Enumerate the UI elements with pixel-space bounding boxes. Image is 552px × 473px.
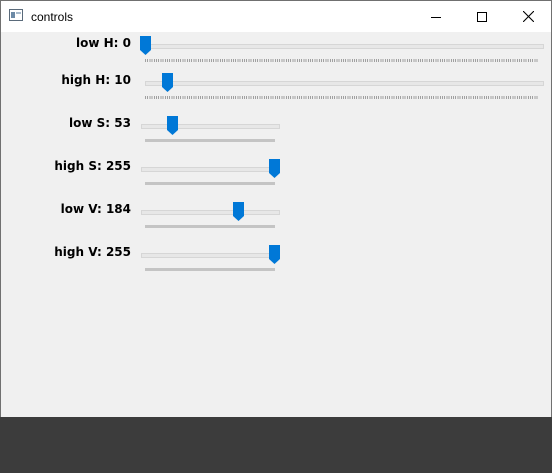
desktop-background (0, 417, 552, 473)
minimize-button[interactable] (413, 1, 459, 32)
trackbar-thumb[interactable] (233, 202, 245, 221)
trackbar-label: low S: 53 (69, 116, 131, 130)
trackbar-label: low V: 184 (60, 202, 131, 216)
window-title: controls (31, 10, 74, 24)
trackbar-thumb[interactable] (269, 159, 280, 178)
minimize-icon (431, 16, 441, 18)
trackbar-ticks (145, 96, 539, 99)
trackbar-thumb[interactable] (166, 116, 178, 135)
trackbar-label: high H: 10 (61, 73, 131, 87)
trackbar-range-bar (145, 139, 275, 142)
title-bar[interactable]: controls (1, 1, 551, 32)
app-icon (9, 9, 23, 21)
trackbar-thumb[interactable] (140, 36, 151, 55)
trackbar-track[interactable] (145, 81, 544, 86)
trackbar-track[interactable] (141, 253, 280, 258)
controls-window: controls low H: 0 high H: 10 low S: 53 high… (0, 0, 552, 417)
maximize-icon (477, 11, 487, 22)
close-button[interactable] (505, 1, 551, 32)
trackbar-range-bar (145, 182, 275, 185)
trackbar-track[interactable] (141, 210, 280, 215)
trackbar-label: high S: 255 (54, 159, 131, 173)
trackbar-track[interactable] (141, 167, 280, 172)
trackbar-ticks (145, 59, 539, 62)
trackbar-track[interactable] (145, 44, 544, 49)
trackbar-range-bar (145, 225, 275, 228)
trackbar-track[interactable] (141, 124, 280, 129)
trackbar-label: low H: 0 (76, 36, 131, 50)
trackbar-thumb[interactable] (161, 73, 173, 92)
trackbar-label: high V: 255 (54, 245, 131, 259)
maximize-button[interactable] (459, 1, 505, 32)
close-icon (522, 11, 534, 22)
trackbar-thumb[interactable] (269, 245, 280, 264)
trackbar-panel: low H: 0 high H: 10 low S: 53 high S: 255 lo… (1, 32, 551, 417)
trackbar-range-bar (145, 268, 275, 271)
